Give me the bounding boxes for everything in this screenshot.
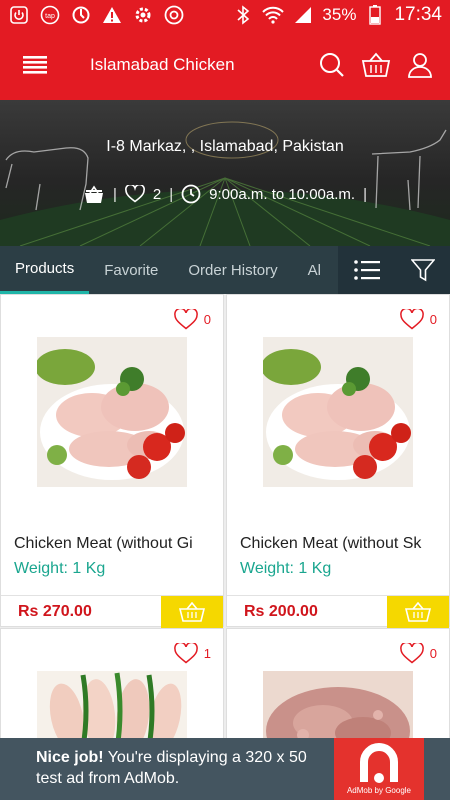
product-name[interactable]: Chicken Meat (without Sk — [240, 535, 445, 553]
store-likes-count: 2 — [152, 185, 162, 203]
ad-banner[interactable]: Nice job! You're displaying a 320 x 50 t… — [0, 738, 450, 800]
price-bar: Rs 270.00 — [1, 595, 223, 628]
chrome-icon — [163, 4, 185, 26]
favorite-toggle[interactable]: 1 — [173, 643, 211, 664]
tab-products[interactable]: Products — [0, 246, 90, 294]
favorite-count: 0 — [429, 646, 437, 661]
product-image[interactable] — [263, 337, 413, 487]
favorite-count: 0 — [203, 312, 211, 327]
battery-percent: 35% — [322, 5, 357, 24]
cog-icon — [132, 4, 154, 26]
menu-button[interactable] — [0, 30, 70, 100]
battery-icon — [364, 4, 386, 26]
tab-all[interactable]: Al — [293, 246, 336, 294]
favorite-count: 0 — [429, 312, 437, 327]
store-icon — [85, 185, 103, 203]
svg-text:tap: tap — [45, 13, 55, 20]
page-title: Islamabad Chicken — [90, 55, 235, 74]
admob-caption: AdMob by Google — [346, 786, 412, 795]
hamburger-icon — [23, 56, 47, 74]
product-price: Rs 200.00 — [244, 603, 318, 620]
wifi-icon — [262, 4, 285, 26]
heart-outline-icon — [399, 309, 424, 330]
separator: | — [169, 185, 174, 203]
tab-favorite[interactable]: Favorite — [89, 246, 173, 294]
price-bar: Rs 200.00 — [227, 595, 449, 628]
list-view-icon[interactable] — [353, 259, 380, 281]
favorite-toggle[interactable]: 0 — [173, 309, 211, 330]
cart-button[interactable] — [354, 43, 398, 87]
favorite-count: 1 — [203, 646, 211, 661]
product-price: Rs 270.00 — [18, 603, 92, 620]
product-weight: Weight: 1 Kg — [240, 560, 332, 577]
store-address: I-8 Markaz, , Islamabad, Pakistan — [106, 138, 344, 155]
heart-icon — [124, 185, 145, 203]
tab-order-history[interactable]: Order History — [173, 246, 292, 294]
power-icon — [8, 4, 30, 26]
status-bar: tap 35% 17:34 — [0, 0, 450, 30]
sync-icon — [70, 4, 92, 26]
product-card[interactable]: 0 — [226, 628, 450, 749]
heart-outline-icon — [399, 643, 424, 664]
tap-icon: tap — [39, 4, 61, 26]
user-icon — [408, 53, 432, 78]
bluetooth-icon — [232, 4, 254, 26]
warning-icon — [101, 4, 123, 26]
product-name[interactable]: Chicken Meat (without Gi — [14, 535, 219, 553]
add-to-cart-button[interactable] — [387, 596, 449, 628]
tab-tools — [338, 246, 450, 294]
basket-icon — [179, 602, 205, 622]
app-bar: Islamabad Chicken — [0, 30, 450, 100]
ad-text: Nice job! You're displaying a 320 x 50 t… — [36, 747, 326, 789]
search-button[interactable] — [310, 43, 354, 87]
banner-background-image — [0, 121, 450, 246]
filter-icon[interactable] — [410, 258, 435, 282]
product-card[interactable]: 1 — [0, 628, 224, 749]
tab-bar: Products Favorite Order History Al — [0, 246, 450, 294]
profile-button[interactable] — [398, 43, 442, 87]
search-icon — [320, 53, 344, 77]
store-meta: | 2 | 9:00a.m. to 10:00a.m. | — [0, 184, 450, 204]
clock-icon — [181, 184, 201, 204]
product-image[interactable] — [37, 337, 187, 487]
separator: | — [113, 185, 117, 203]
basket-icon — [405, 602, 431, 622]
store-banner: I-8 Markaz, , Islamabad, Pakistan | 2 | … — [0, 100, 450, 246]
basket-icon — [361, 52, 391, 77]
product-weight: Weight: 1 Kg — [14, 560, 106, 577]
add-to-cart-button[interactable] — [161, 596, 223, 628]
clock: 17:34 — [394, 4, 442, 25]
store-hours: 9:00a.m. to 10:00a.m. — [209, 185, 356, 203]
product-card[interactable]: 0 Chicken Meat (without Gi Weight: 1 Kg — [0, 294, 224, 628]
favorite-toggle[interactable]: 0 — [399, 643, 437, 664]
favorite-toggle[interactable]: 0 — [399, 309, 437, 330]
heart-outline-icon — [173, 309, 198, 330]
admob-logo: AdMob by Google — [334, 738, 424, 800]
separator: | — [363, 185, 367, 203]
signal-icon — [292, 4, 314, 26]
ad-headline: Nice job! — [36, 749, 104, 766]
admob-icon — [360, 743, 398, 783]
product-card[interactable]: 0 Chicken Meat (without Sk Weight: 1 Kg — [226, 294, 450, 628]
heart-outline-icon — [173, 643, 198, 664]
